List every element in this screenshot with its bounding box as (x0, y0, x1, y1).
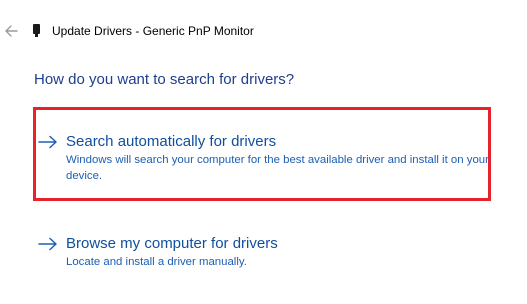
browse-computer-description: Locate and install a driver manually. (66, 256, 247, 268)
search-automatically-option[interactable]: Search automatically for drivers Windows… (38, 133, 498, 185)
right-arrow-icon (38, 135, 57, 149)
search-automatically-title: Search automatically for drivers (66, 133, 277, 150)
search-automatically-description: Windows will search your computer for th… (66, 154, 489, 182)
monitor-icon (33, 24, 40, 37)
browse-computer-option[interactable]: Browse my computer for drivers Locate an… (38, 235, 498, 271)
update-drivers-dialog: Update Drivers - Generic PnP Monitor How… (0, 0, 527, 304)
right-arrow-icon (38, 237, 57, 251)
back-arrow-icon (5, 25, 18, 37)
browse-computer-title: Browse my computer for drivers (66, 235, 278, 252)
page-heading: How do you want to search for drivers? (34, 71, 295, 88)
back-button[interactable] (2, 22, 20, 40)
window-title: Update Drivers - Generic PnP Monitor (52, 24, 254, 38)
